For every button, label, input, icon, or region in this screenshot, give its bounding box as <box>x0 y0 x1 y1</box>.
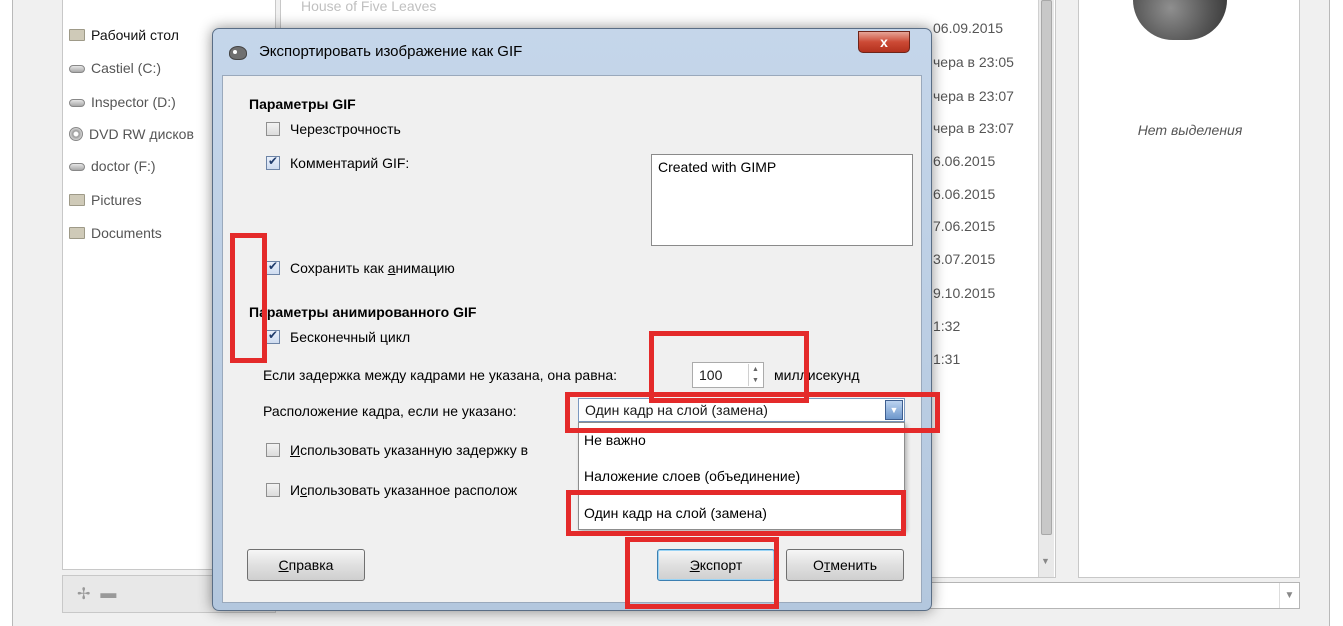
file-modified: чера в 23:07 <box>933 120 1014 136</box>
drive-icon <box>69 163 85 171</box>
checkbox-box[interactable] <box>266 154 280 170</box>
drive-icon <box>69 65 85 73</box>
folder-icon <box>69 29 85 41</box>
place-item-documents[interactable]: Documents <box>69 222 162 244</box>
dialog-content: Параметры GIF Черезстрочность Комментари… <box>222 75 922 603</box>
export-gif-dialog: Экспортировать изображение как GIF x Пар… <box>212 28 932 611</box>
interlace-checkbox[interactable]: Черезстрочность <box>266 121 401 137</box>
file-modified: 1:31 <box>933 351 961 367</box>
file-name[interactable]: House of Five Leaves <box>301 0 436 14</box>
use-delay-checkbox[interactable]: Использовать указанную задержку в <box>266 442 528 458</box>
anim-params-header: Параметры анимированного GIF <box>249 304 477 320</box>
dropdown-option-selected[interactable]: Один кадр на слой (замена) <box>580 500 903 526</box>
cancel-button[interactable]: Отменить <box>786 549 904 581</box>
delay-spinbox[interactable]: 100 ▲ ▼ <box>692 362 764 388</box>
dialog-titlebar[interactable]: Экспортировать изображение как GIF x <box>213 29 931 75</box>
place-item-desktop[interactable]: Рабочий стол <box>69 24 179 46</box>
place-item-drive-c[interactable]: Castiel (C:) <box>69 57 161 79</box>
gimp-wilber-icon <box>1133 0 1227 40</box>
file-modified: 6.06.2015 <box>933 153 996 169</box>
dialog-title: Экспортировать изображение как GIF <box>259 43 523 60</box>
checkbox-box[interactable] <box>266 328 280 344</box>
gif-params-header: Параметры GIF <box>249 96 356 112</box>
chevron-down-icon: ▼ <box>1279 583 1299 608</box>
scrollbar-thumb[interactable] <box>1041 0 1052 535</box>
folder-icon <box>69 194 85 206</box>
file-modified: 06.09.2015 <box>933 20 1004 36</box>
checkbox-box[interactable] <box>266 483 280 497</box>
disposal-label: Расположение кадра, если не указано: <box>263 403 517 419</box>
export-button[interactable]: Экспорт <box>657 549 775 581</box>
file-list-scrollbar[interactable]: ▼ <box>1038 0 1054 577</box>
infinite-loop-checkbox[interactable]: Бесконечный цикл <box>266 328 410 345</box>
chevron-down-icon[interactable]: ▼ <box>885 400 903 420</box>
disposal-dropdown-list: Не важно Наложение слоев (объединение) О… <box>578 422 905 530</box>
help-button[interactable]: Справка <box>247 549 365 581</box>
delay-unit: миллисекунд <box>774 367 860 383</box>
file-modified: чера в 23:05 <box>933 54 1014 70</box>
file-modified: 3.07.2015 <box>933 251 996 267</box>
file-modified: 7.06.2015 <box>933 218 996 234</box>
drive-icon <box>69 99 85 107</box>
folder-icon <box>69 227 85 239</box>
delay-label: Если задержка между кадрами не указана, … <box>263 367 618 383</box>
place-item-drive-d[interactable]: Inspector (D:) <box>69 91 176 113</box>
checkbox-box[interactable] <box>266 122 280 136</box>
file-modified: чера в 23:07 <box>933 88 1014 104</box>
checkbox-box[interactable] <box>266 443 280 457</box>
dropdown-option[interactable]: Не важно <box>580 427 903 453</box>
close-button[interactable]: x <box>858 31 910 53</box>
disposal-combo[interactable]: Один кадр на слой (замена) ▼ <box>578 398 905 422</box>
checkbox-box[interactable] <box>266 259 280 275</box>
scroll-down-icon[interactable]: ▼ <box>1041 556 1050 566</box>
file-modified: 9.10.2015 <box>933 285 996 301</box>
save-as-animation-checkbox[interactable]: Сохранить как анимацию <box>266 259 455 276</box>
file-modified: 6.06.2015 <box>933 186 996 202</box>
add-icon[interactable]: ✢ <box>77 584 90 604</box>
gimp-app-icon <box>229 46 247 60</box>
place-item-dvd[interactable]: DVD RW дисков <box>69 123 194 145</box>
disc-drive-icon <box>69 127 83 141</box>
file-type-combo[interactable]: ▼ <box>900 582 1300 609</box>
remove-icon[interactable]: ▬ <box>100 585 116 603</box>
use-disposal-checkbox[interactable]: Использовать указанное располож <box>266 482 517 498</box>
preview-pane: Нет выделения <box>1078 0 1300 578</box>
gif-comment-textarea[interactable]: Created with GIMP <box>651 154 913 246</box>
gif-comment-checkbox[interactable]: Комментарий GIF: <box>266 154 409 171</box>
no-selection-text: Нет выделения <box>1137 122 1243 138</box>
place-item-drive-f[interactable]: doctor (F:) <box>69 155 156 177</box>
dropdown-option[interactable]: Наложение слоев (объединение) <box>580 463 903 489</box>
place-item-pictures[interactable]: Pictures <box>69 189 142 211</box>
spin-arrows-icon[interactable]: ▲ ▼ <box>748 364 762 386</box>
file-modified: 1:32 <box>933 318 961 334</box>
